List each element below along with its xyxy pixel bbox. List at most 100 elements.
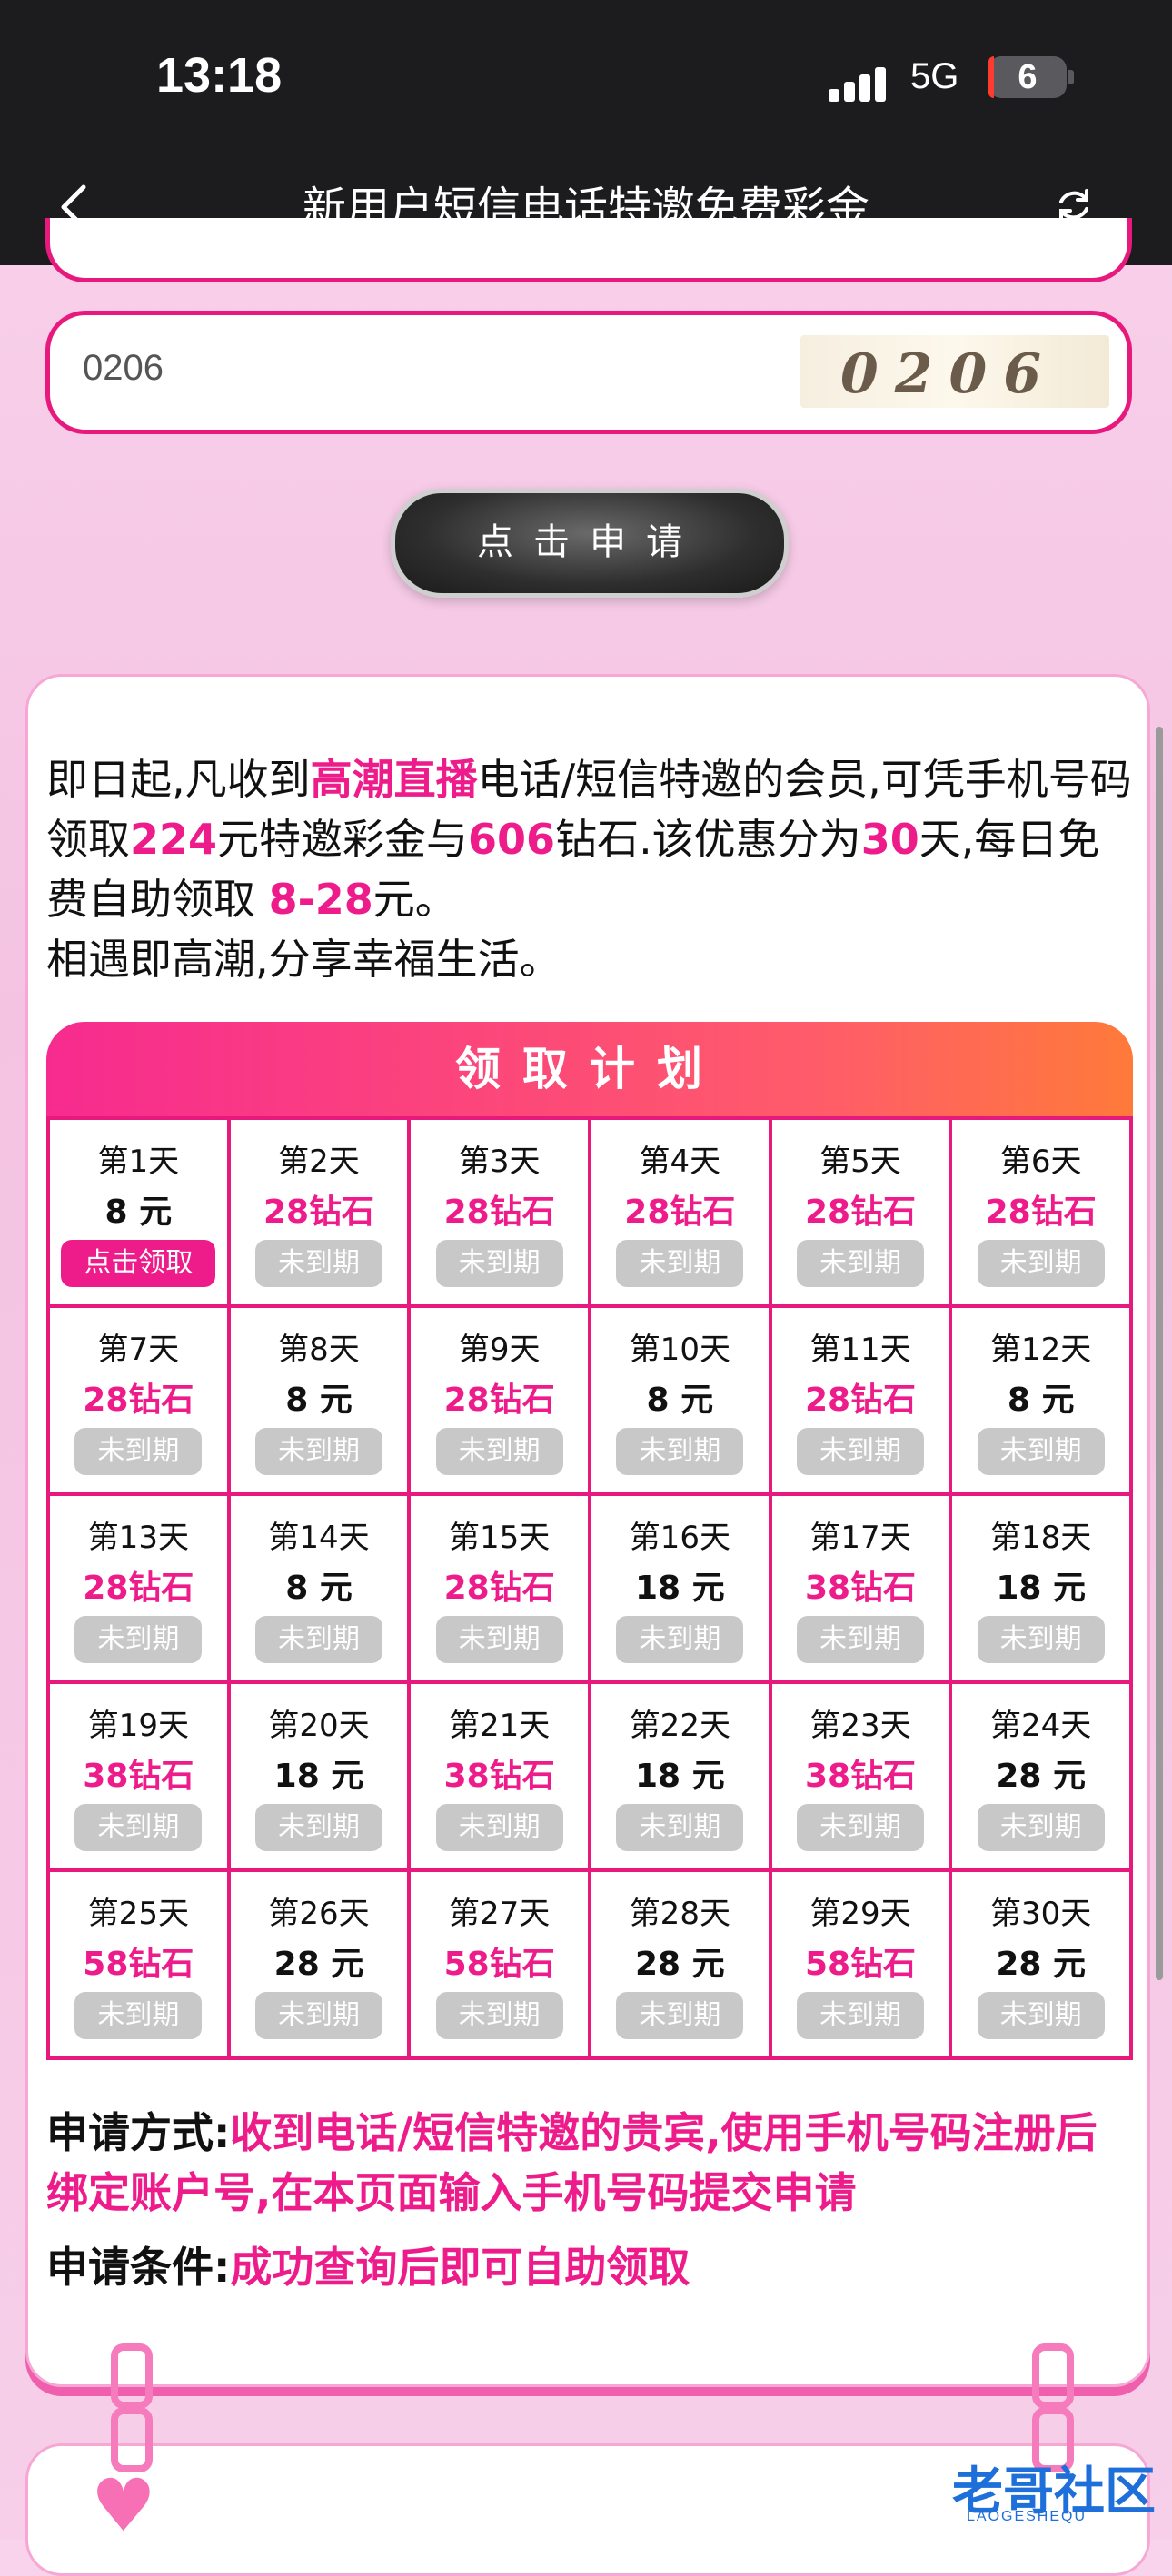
- plan-day-cell: 第17天 38钻石 未到期: [771, 1496, 953, 1684]
- claim-button[interactable]: 点击领取: [61, 1240, 216, 1287]
- not-due-badge: 未到期: [796, 1992, 924, 2039]
- plan-day-reward: 28 元: [996, 1946, 1086, 1983]
- not-due-badge: 未到期: [977, 1616, 1105, 1663]
- plan-day-label: 第8天: [278, 1332, 360, 1368]
- plan-day-reward: 28钻石: [443, 1570, 555, 1607]
- plan-day-cell: 第12天 8 元未到期: [952, 1308, 1133, 1496]
- not-due-badge: 未到期: [254, 1992, 382, 2039]
- plan-day-reward: 58钻石: [804, 1946, 917, 1983]
- plan-day-reward: 18 元: [635, 1570, 725, 1607]
- plan-day-label: 第28天: [629, 1896, 730, 1932]
- not-due-badge: 未到期: [435, 1804, 563, 1851]
- plan-day-cell: 第20天 18 元未到期: [230, 1684, 412, 1872]
- plan-day-cell: 第22天 18 元未到期: [591, 1684, 772, 1872]
- plan-day-reward: 8 元: [285, 1382, 353, 1419]
- phone-field-partial[interactable]: [45, 218, 1132, 282]
- watermark-subtext: LAOGESHEQU: [967, 2509, 1088, 2524]
- cellular-signal-icon: [829, 62, 901, 102]
- daily-range: 8-28: [268, 875, 373, 924]
- plan-day-cell: 第5天 28钻石未到期: [771, 1120, 953, 1308]
- plan-day-cell: 第16天 18 元未到期: [591, 1496, 772, 1684]
- diamond-amount: 606: [468, 815, 556, 864]
- plan-day-reward: 18 元: [273, 1758, 364, 1795]
- plan-day-label: 第22天: [629, 1708, 730, 1744]
- plan-day-reward: 28 元: [996, 1758, 1086, 1795]
- not-due-badge: 未到期: [254, 1804, 382, 1851]
- plan-title: 领取计划: [46, 1022, 1133, 1116]
- not-due-badge: 未到期: [616, 1616, 744, 1663]
- not-due-badge: 未到期: [74, 1428, 203, 1475]
- plan-day-cell: 第30天 28 元未到期: [952, 1872, 1133, 2060]
- intro-part: 元特邀彩金与: [217, 815, 469, 864]
- plan-day-label: 第19天: [87, 1708, 189, 1744]
- not-due-badge: 未到期: [74, 1616, 203, 1663]
- not-due-badge: 未到期: [254, 1240, 382, 1287]
- plan-day-reward: 8 元: [285, 1570, 353, 1607]
- captcha-image[interactable]: 0206: [800, 335, 1109, 408]
- plan-day-cell: 第14天 8 元未到期: [230, 1496, 412, 1684]
- plan-day-reward: 28钻石: [83, 1382, 194, 1419]
- plan-day-cell: 第3天 28钻石 未到期: [411, 1120, 591, 1308]
- plan-day-label: 第15天: [449, 1520, 551, 1556]
- plan-day-reward: 28钻石: [263, 1194, 375, 1231]
- plan-day-label: 第24天: [990, 1708, 1092, 1744]
- apply-button[interactable]: 点击申请: [391, 489, 789, 598]
- plan-day-label: 第9天: [458, 1332, 541, 1368]
- plan-day-cell: 第27天 58钻石 未到期: [411, 1872, 591, 2060]
- plan-day-cell: 第1天 8 元点击领取: [50, 1120, 231, 1308]
- plan-day-label: 第7天: [97, 1332, 180, 1368]
- plan-day-cell: 第9天 28钻石未到期: [411, 1308, 591, 1496]
- status-bar: 13:18 5G 6: [0, 0, 1172, 154]
- plan-day-cell: 第6天 28钻石 未到期: [952, 1120, 1133, 1308]
- plan-day-cell: 第10天 8 元未到期: [591, 1308, 772, 1496]
- not-due-badge: 未到期: [616, 1804, 744, 1851]
- not-due-badge: 未到期: [796, 1428, 924, 1475]
- captcha-image-text: 0206: [840, 342, 1058, 406]
- plan-day-cell: 第13天 28钻石 未到期: [50, 1496, 231, 1684]
- not-due-badge: 未到期: [977, 1428, 1105, 1475]
- plan-day-cell: 第7天 28钻石未到期: [50, 1308, 231, 1496]
- not-due-badge: 未到期: [254, 1616, 382, 1663]
- plan-day-cell: 第29天 58钻石 未到期: [771, 1872, 953, 2060]
- plan-day-cell: 第28天 28 元未到期: [591, 1872, 772, 2060]
- plan-day-cell: 第2天 28钻石 未到期: [230, 1120, 412, 1308]
- intro-text: 即日起,凡收到高潮直播电话/短信特邀的会员,可凭手机号码领取224元特邀彩金与6…: [46, 749, 1137, 989]
- not-due-badge: 未到期: [435, 1428, 563, 1475]
- claim-plan: 领取计划 第1天 8 元点击领取 第2天 28钻石 未到期 第3天 28钻石 未到期 第4天 28…: [46, 1022, 1133, 2060]
- plan-day-reward: 18 元: [635, 1758, 725, 1795]
- not-due-badge: 未到期: [616, 1240, 744, 1287]
- apply-method-label: 申请方式:: [46, 2108, 231, 2157]
- plan-day-reward: 8 元: [646, 1382, 714, 1419]
- plan-day-label: 第14天: [268, 1520, 370, 1556]
- plan-day-label: 第5天: [819, 1144, 901, 1180]
- not-due-badge: 未到期: [796, 1616, 924, 1663]
- plan-day-reward: 8 元: [104, 1194, 173, 1231]
- not-due-badge: 未到期: [796, 1804, 924, 1851]
- plan-day-reward: 28钻石: [443, 1382, 555, 1419]
- apply-condition-text: 成功查询后即可自助领取: [230, 2243, 690, 2292]
- plan-day-label: 第25天: [87, 1896, 189, 1932]
- not-due-badge: 未到期: [796, 1240, 924, 1287]
- not-due-badge: 未到期: [74, 1804, 203, 1851]
- chain-decoration-left: [111, 2343, 153, 2409]
- plan-day-label: 第18天: [990, 1520, 1092, 1556]
- plan-day-reward: 28钻石: [804, 1194, 917, 1231]
- not-due-badge: 未到期: [74, 1992, 203, 2039]
- plan-day-label: 第20天: [268, 1708, 370, 1744]
- plan-day-cell: 第11天 28钻石 未到期: [771, 1308, 953, 1496]
- plan-day-reward: 58钻石: [83, 1946, 194, 1983]
- plan-day-label: 第10天: [629, 1332, 730, 1368]
- plan-day-cell: 第4天 28钻石 未到期: [591, 1120, 772, 1308]
- status-time: 13:18: [156, 48, 283, 103]
- intro-part: 钻石.该优惠分为: [555, 815, 861, 864]
- captcha-input-value[interactable]: 0206: [83, 348, 164, 389]
- plan-day-label: 第23天: [809, 1708, 911, 1744]
- plan-day-cell: 第26天 28 元未到期: [230, 1872, 412, 2060]
- plan-grid: 第1天 8 元点击领取 第2天 28钻石 未到期 第3天 28钻石 未到期 第4天 28钻石 未到期…: [46, 1116, 1133, 2060]
- captcha-field[interactable]: 0206 0206: [45, 311, 1132, 434]
- plan-day-reward: 58钻石: [443, 1946, 555, 1983]
- chain-decoration-right: [1032, 2343, 1074, 2409]
- plan-day-label: 第17天: [809, 1520, 911, 1556]
- scrollbar[interactable]: [1156, 727, 1163, 1980]
- plan-day-cell: 第19天 38钻石 未到期: [50, 1684, 231, 1872]
